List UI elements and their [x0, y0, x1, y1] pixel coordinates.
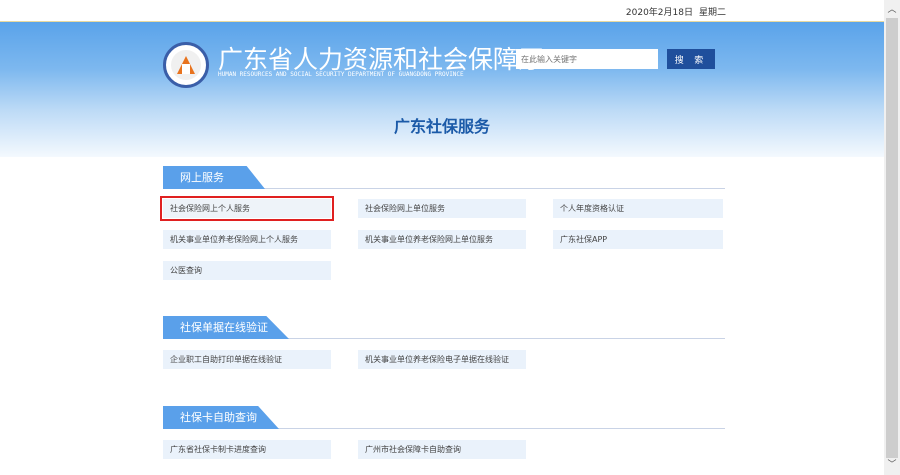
section-card-query: 社保卡自助查询 [163, 406, 725, 429]
section-online-services: 网上服务 [163, 166, 725, 189]
section-title: 网上服务 [163, 166, 265, 189]
service-link[interactable]: 社会保险网上单位服务 [358, 199, 526, 218]
service-link[interactable]: 社会保险网上个人服务 [160, 196, 334, 221]
service-link[interactable]: 公医查询 [163, 261, 331, 280]
top-bar: 2020年2月18日 星期二 [0, 0, 884, 22]
scroll-down-icon[interactable]: ﹀ [884, 457, 900, 473]
scroll-up-icon[interactable]: ︿ [884, 2, 900, 18]
service-link[interactable]: 个人年度资格认证 [553, 199, 723, 218]
section-title: 社保单据在线验证 [163, 316, 289, 339]
section-document-verification: 社保单据在线验证 [163, 316, 725, 339]
service-link[interactable]: 机关事业单位养老保险网上个人服务 [163, 230, 331, 249]
department-logo-icon[interactable] [163, 42, 209, 88]
section-title: 社保卡自助查询 [163, 406, 279, 429]
page-title: 广东社保服务 [393, 117, 490, 136]
scrollbar-thumb[interactable] [886, 18, 898, 458]
service-link[interactable]: 广东省社保卡制卡进度查询 [163, 440, 331, 459]
search-input[interactable] [516, 49, 658, 69]
weekday-text: 星期二 [698, 8, 726, 18]
service-link[interactable]: 企业职工自助打印单据在线验证 [163, 350, 331, 369]
service-link[interactable]: 机关事业单位养老保险电子单据在线验证 [358, 350, 526, 369]
service-link[interactable]: 广州市社会保障卡自助查询 [358, 440, 526, 459]
date-display: 2020年2月18日 星期二 [626, 5, 726, 18]
service-link[interactable]: 机关事业单位养老保险网上单位服务 [358, 230, 526, 249]
site-subtitle: HUMAN RESOURCES AND SOCIAL SECURITY DEPA… [218, 71, 464, 78]
service-link[interactable]: 广东社保APP [553, 230, 723, 249]
vertical-scrollbar[interactable]: ︿ ﹀ [884, 0, 900, 475]
date-text: 2020年2月18日 [625, 8, 693, 18]
search-button[interactable]: 搜 索 [667, 49, 715, 69]
